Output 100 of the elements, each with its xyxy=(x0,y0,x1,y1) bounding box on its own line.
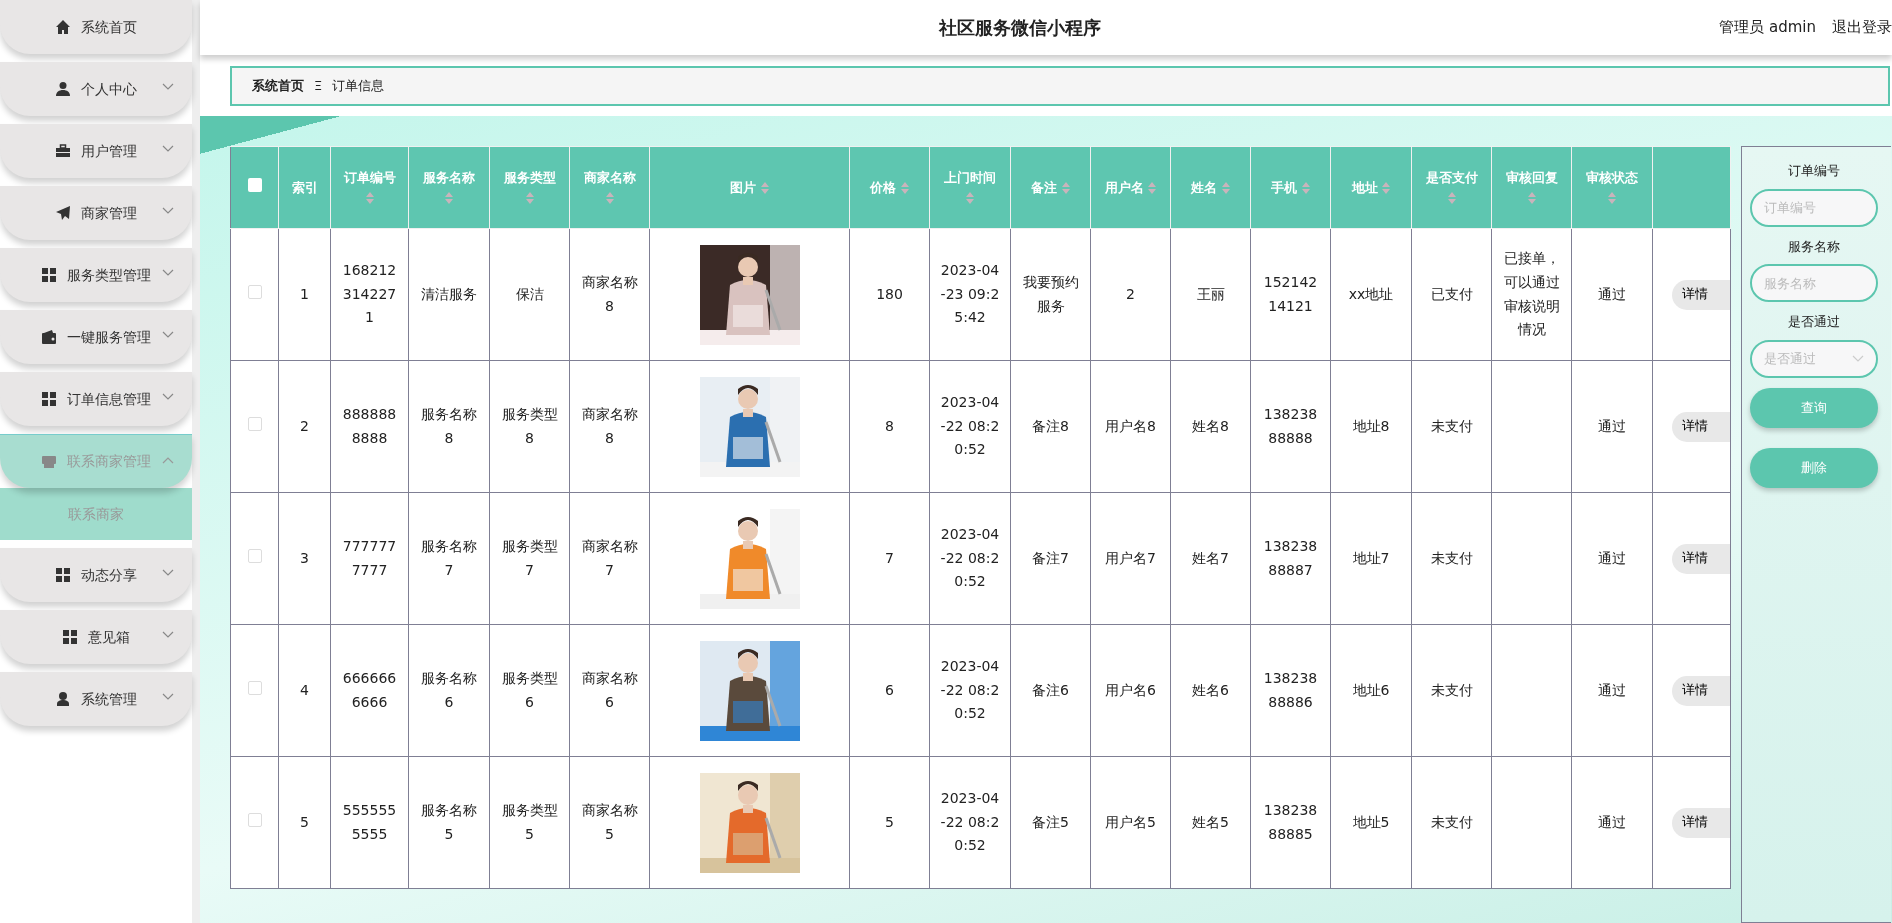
table-cell: 服务类型5 xyxy=(501,801,558,842)
sidebar-item[interactable]: 订单信息管理 xyxy=(0,372,192,426)
sort-icon[interactable] xyxy=(445,192,453,204)
sort-icon[interactable] xyxy=(1301,182,1310,195)
sidebar-item[interactable]: 系统首页 xyxy=(0,0,192,54)
table-cell: 商家名称5 xyxy=(581,801,638,842)
table-cell: 我要预约服务 xyxy=(1022,273,1079,314)
sort-icon[interactable] xyxy=(760,182,769,195)
table-cell: 8888888888 xyxy=(342,405,397,446)
column-header[interactable]: 服务名称 xyxy=(408,146,490,229)
input-field[interactable]: 服务名称 xyxy=(1750,264,1878,302)
sort-icon[interactable] xyxy=(1382,182,1391,195)
select-all-checkbox[interactable] xyxy=(247,177,262,192)
sort-icon[interactable] xyxy=(900,182,909,195)
sidebar-item[interactable]: 服务类型管理 xyxy=(0,248,192,302)
chevron-up-icon xyxy=(162,456,174,464)
table-cell: 13823888886 xyxy=(1263,669,1318,710)
table-cell: 用户名8 xyxy=(1105,417,1156,434)
column-header[interactable]: 索引 xyxy=(278,146,331,229)
row-checkbox[interactable] xyxy=(247,812,262,827)
column-header[interactable]: 服务类型 xyxy=(489,146,570,229)
table-cell: 4 xyxy=(300,681,309,698)
column-header[interactable]: 用户名 xyxy=(1090,146,1171,229)
sidebar-item[interactable]: 系统管理 xyxy=(0,672,192,726)
chevron-down-icon xyxy=(162,269,174,277)
sort-icon[interactable] xyxy=(966,192,974,204)
breadcrumb-item: 订单信息 xyxy=(332,77,385,96)
search-button[interactable]: 查询 xyxy=(1750,387,1878,428)
detail-button[interactable]: 详情 xyxy=(1672,543,1730,574)
column-header[interactable]: 是否支付 xyxy=(1411,146,1492,229)
table-cell: 未支付 xyxy=(1430,813,1473,830)
table-cell: 地址8 xyxy=(1352,417,1390,434)
column-header[interactable]: 价格 xyxy=(849,146,930,229)
column-header[interactable]: 审核回复 xyxy=(1491,146,1572,229)
sort-icon[interactable] xyxy=(1608,192,1616,204)
sidebar-item[interactable]: 商家管理 xyxy=(0,186,192,240)
table-cell: 服务名称8 xyxy=(421,405,477,446)
logout-link[interactable]: 退出登录 xyxy=(1832,16,1892,39)
column-header[interactable]: 上门时间 xyxy=(929,146,1011,229)
column-header[interactable]: 地址 xyxy=(1330,146,1412,229)
table-cell: 备注5 xyxy=(1032,813,1069,830)
wallet-icon xyxy=(41,329,57,345)
sidebar-item[interactable]: 联系商家管理 xyxy=(0,434,192,488)
chevron-down-icon xyxy=(162,145,174,153)
row-checkbox[interactable] xyxy=(247,680,262,695)
row-checkbox[interactable] xyxy=(247,284,262,299)
sort-icon[interactable] xyxy=(605,192,614,204)
column-header[interactable]: 订单编号 xyxy=(330,146,409,229)
sidebar-item[interactable]: 一键服务管理 xyxy=(0,310,192,364)
table-cell: 服务名称6 xyxy=(421,669,477,710)
table-cell: xx地址 xyxy=(1348,285,1394,302)
detail-button[interactable]: 详情 xyxy=(1672,675,1730,706)
sidebar-item[interactable]: 用户管理 xyxy=(0,124,192,178)
column-header[interactable]: 手机 xyxy=(1250,146,1331,229)
sort-icon[interactable] xyxy=(1061,182,1070,195)
column-header[interactable]: 图片 xyxy=(649,146,850,229)
sort-icon[interactable] xyxy=(1527,192,1536,204)
chevron-down-icon xyxy=(162,83,174,91)
table-cell: 2 xyxy=(1126,285,1135,302)
table-cell: 服务类型8 xyxy=(501,405,558,446)
sidebar-item[interactable]: 动态分享 xyxy=(0,548,192,602)
column-header[interactable]: 姓名 xyxy=(1170,146,1251,229)
table-cell: 13823888885 xyxy=(1263,801,1318,842)
sort-icon[interactable] xyxy=(1148,182,1157,195)
detail-button[interactable]: 详情 xyxy=(1672,411,1730,442)
column-header[interactable]: 商家名称 xyxy=(569,146,650,229)
column-header[interactable]: 审核状态 xyxy=(1571,146,1653,229)
sort-icon[interactable] xyxy=(525,192,534,204)
delete-button[interactable]: 删除 xyxy=(1750,447,1878,488)
table-cell: 8 xyxy=(885,417,894,434)
grid-icon xyxy=(41,267,57,283)
table-cell: 6666666666 xyxy=(342,669,397,710)
table-cell: 商家名称8 xyxy=(581,273,638,314)
table-cell: 地址5 xyxy=(1352,813,1390,830)
table-cell: 商家名称6 xyxy=(581,669,638,710)
table-cell: 5 xyxy=(885,813,894,830)
row-checkbox[interactable] xyxy=(247,548,262,563)
field-label: 是否通过 xyxy=(1787,313,1841,331)
table-cell: 未支付 xyxy=(1430,417,1473,434)
sidebar-item[interactable]: 个人中心 xyxy=(0,62,192,116)
table-cell: 7777777777 xyxy=(342,537,397,578)
breadcrumb-item[interactable]: 系统首页 xyxy=(252,76,304,96)
column-header[interactable]: 备注 xyxy=(1010,146,1091,229)
sort-icon[interactable] xyxy=(365,192,374,204)
table-cell: 13823888888 xyxy=(1263,405,1318,446)
sidebar-subitem[interactable]: 联系商家 xyxy=(0,488,192,540)
input-field[interactable]: 订单编号 xyxy=(1750,188,1878,227)
select-field[interactable]: 是否通过 xyxy=(1750,339,1878,378)
sort-icon[interactable] xyxy=(1221,182,1230,195)
sidebar-item[interactable]: 意见箱 xyxy=(0,610,192,664)
detail-button[interactable]: 详情 xyxy=(1672,279,1730,310)
row-checkbox[interactable] xyxy=(247,416,262,431)
detail-button[interactable]: 详情 xyxy=(1672,807,1730,838)
table-cell: 已支付 xyxy=(1430,285,1473,302)
sort-icon[interactable] xyxy=(1447,192,1456,204)
table-cell: 通过 xyxy=(1598,549,1626,566)
table-cell: 通过 xyxy=(1598,813,1626,830)
table-cell: 2023-04-22 08:20:52 xyxy=(940,789,1000,854)
briefcase-icon xyxy=(55,143,71,159)
table-cell: 未支付 xyxy=(1430,549,1473,566)
